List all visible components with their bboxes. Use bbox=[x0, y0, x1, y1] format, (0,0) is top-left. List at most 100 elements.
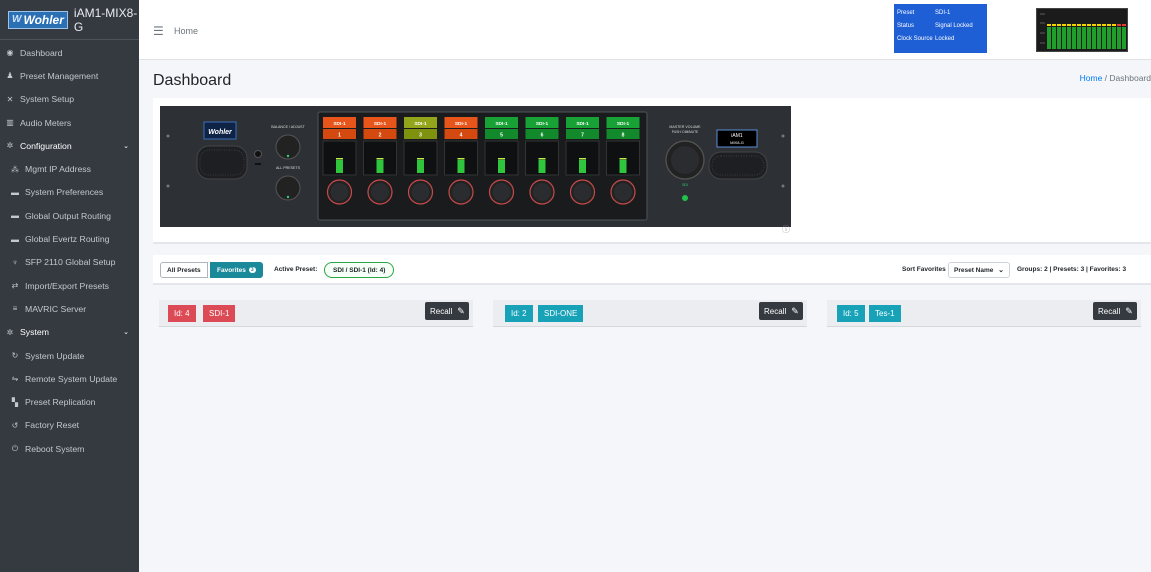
sidebar-item-label: Dashboard bbox=[20, 47, 63, 58]
channel-source: SDI-1 bbox=[414, 121, 427, 127]
meter-peak bbox=[1087, 24, 1091, 26]
page-title: Dashboard bbox=[153, 72, 232, 89]
sidebar-item-label: System Update bbox=[25, 350, 85, 361]
chart-icon: ▥ bbox=[6, 118, 14, 128]
sidebar-item-import-export-presets[interactable]: ⇄ Import/Export Presets bbox=[0, 274, 139, 297]
meter-graphic bbox=[1040, 13, 1126, 49]
channel-source: SDI-1 bbox=[455, 121, 468, 127]
meter-peak bbox=[1107, 24, 1111, 26]
sidebar-item-system-setup[interactable]: ✕ System Setup bbox=[0, 88, 139, 111]
sidebar-item-audio-meters[interactable]: ▥ Audio Meters bbox=[0, 111, 139, 134]
status-key: Clock Source bbox=[897, 35, 933, 42]
meter-peak bbox=[1102, 24, 1106, 26]
master-volume-sublabel: PUSH: DIM/MUTE bbox=[672, 130, 698, 134]
channel-peak bbox=[336, 158, 343, 160]
meter-bar bbox=[1107, 27, 1111, 49]
channel-source: SDI-1 bbox=[333, 121, 346, 127]
channel-peak bbox=[417, 158, 424, 160]
balance-label: BALANCE / ADJUST bbox=[271, 125, 305, 129]
sidebar-item-dashboard[interactable]: ◉ Dashboard bbox=[0, 41, 139, 64]
meter-peak bbox=[1112, 24, 1116, 26]
sidebar-item-label: Import/Export Presets bbox=[25, 280, 110, 291]
sidebar-item-global-evertz-routing[interactable]: ▬ Global Evertz Routing bbox=[0, 227, 139, 250]
favorites-tab[interactable]: Favorites 3 bbox=[210, 262, 263, 278]
meter-peak bbox=[1117, 24, 1121, 26]
meter-peak bbox=[1122, 24, 1126, 26]
gear-icon: ✲ bbox=[6, 141, 14, 151]
sidebar-item-label: Preset Management bbox=[20, 70, 99, 81]
sidebar-item-preset-replication[interactable]: ▚ Preset Replication bbox=[0, 390, 139, 413]
favorites-label: Favorites bbox=[217, 266, 246, 274]
undo-icon: ↺ bbox=[11, 420, 19, 430]
sidebar-item-label: Preset Replication bbox=[25, 397, 96, 408]
user-settings-icon: ♟ bbox=[6, 71, 14, 81]
preset-card: Id: 2 SDI-ONE Recall ✎ bbox=[493, 300, 807, 327]
sidebar-item-system-update[interactable]: ↻ System Update bbox=[0, 344, 139, 367]
edit-icon[interactable]: ✎ bbox=[453, 302, 469, 320]
sort-favorites-select[interactable]: Preset Name ⌄ bbox=[948, 262, 1010, 278]
channel-peak bbox=[498, 158, 505, 160]
preset-card: Id: 5 Tes-1 Recall ✎ bbox=[827, 300, 1141, 327]
preset-name-badge: SDI-ONE bbox=[538, 305, 584, 322]
preset-id-badge: Id: 5 bbox=[837, 305, 865, 322]
all-presets-tab[interactable]: All Presets bbox=[160, 262, 208, 278]
meter-bar bbox=[1092, 27, 1096, 49]
channel-number: 5 bbox=[500, 133, 503, 139]
remote-icon: ⇋ bbox=[11, 374, 19, 384]
meter-peak bbox=[1067, 24, 1071, 26]
sidebar-item-label: System Preferences bbox=[25, 187, 104, 198]
channel-number: 4 bbox=[460, 133, 463, 139]
channel-source: SDI-1 bbox=[374, 121, 387, 127]
meter-peak bbox=[1077, 24, 1081, 26]
sidebar-item-label: Audio Meters bbox=[20, 117, 72, 128]
sidebar-item-system[interactable]: ✲ System ⌄ bbox=[0, 321, 139, 344]
info-icon[interactable]: ⓘ bbox=[782, 224, 790, 235]
channel-peak bbox=[579, 158, 586, 160]
sidebar-item-remote-system-update[interactable]: ⇋ Remote System Update bbox=[0, 367, 139, 390]
keyboard-icon: ▬ bbox=[11, 187, 19, 197]
sidebar-item-system-preferences[interactable]: ▬ System Preferences bbox=[0, 181, 139, 204]
sidebar-item-mgmt-ip-address[interactable]: ⁂ Mgmt IP Address bbox=[0, 157, 139, 180]
wohler-logo: W Wohler bbox=[8, 10, 68, 29]
master-volume-value: SDI bbox=[682, 183, 688, 187]
channel-level-bar bbox=[457, 160, 465, 173]
sidebar-item-label: Configuration bbox=[20, 140, 72, 151]
sidebar-item-label: System bbox=[20, 327, 49, 338]
breadcrumb-home[interactable]: Home bbox=[1080, 73, 1103, 83]
meter-bar bbox=[1057, 27, 1061, 49]
display-line1: iAM1 bbox=[731, 133, 743, 139]
sidebar-item-configuration[interactable]: ✲ Configuration ⌄ bbox=[0, 134, 139, 157]
preset-toolbar: All Presets Favorites 3 Active Preset: SD… bbox=[153, 255, 1151, 285]
brand[interactable]: W Wohler iAM1-MIX8-G bbox=[0, 0, 139, 40]
edit-icon[interactable]: ✎ bbox=[1121, 302, 1137, 320]
sidebar-item-reboot-system[interactable]: ⏻ Reboot System bbox=[0, 437, 139, 460]
sidebar-item-sfp-2110-global-setup[interactable]: ♆ SFP 2110 Global Setup bbox=[0, 251, 139, 274]
sidebar-item-mavric-server[interactable]: ≡ MAVRIC Server bbox=[0, 297, 139, 320]
hamburger-menu-icon[interactable]: ☰ bbox=[153, 24, 164, 38]
channel-peak bbox=[376, 158, 384, 160]
active-preset-label: Active Preset: bbox=[274, 266, 318, 273]
meter-bar bbox=[1077, 27, 1081, 49]
channel-number: 2 bbox=[379, 133, 382, 139]
device-front-panel: Wohler BALANCE / ADJUST ALL PRESETS SDI-… bbox=[160, 106, 791, 227]
meter-peak bbox=[1097, 24, 1101, 26]
channel-number: 1 bbox=[338, 133, 341, 139]
sidebar-item-preset-management[interactable]: ♟ Preset Management bbox=[0, 64, 139, 87]
power-icon: ⏻ bbox=[11, 443, 19, 453]
chevron-down-icon: ⌄ bbox=[123, 329, 129, 337]
edit-icon[interactable]: ✎ bbox=[787, 302, 803, 320]
meter-peak bbox=[1052, 24, 1056, 26]
channel-strip: SDI-1 4 bbox=[444, 117, 478, 205]
sidebar-item-label: Mgmt IP Address bbox=[25, 164, 91, 175]
channel-number: 6 bbox=[541, 133, 544, 139]
channel-peak bbox=[619, 158, 627, 160]
top-breadcrumb-home[interactable]: Home bbox=[174, 26, 198, 36]
preset-name-badge: Tes-1 bbox=[869, 305, 901, 322]
all-presets-label: ALL PRESETS bbox=[276, 166, 301, 170]
sidebar-item-label: SFP 2110 Global Setup bbox=[25, 257, 116, 268]
audio-meter-thumbnail[interactable] bbox=[1036, 8, 1128, 52]
meter-peak bbox=[1047, 24, 1051, 26]
sidebar-item-label: Remote System Update bbox=[25, 373, 118, 384]
sidebar-item-factory-reset[interactable]: ↺ Factory Reset bbox=[0, 414, 139, 437]
sidebar-item-global-output-routing[interactable]: ▬ Global Output Routing bbox=[0, 204, 139, 227]
